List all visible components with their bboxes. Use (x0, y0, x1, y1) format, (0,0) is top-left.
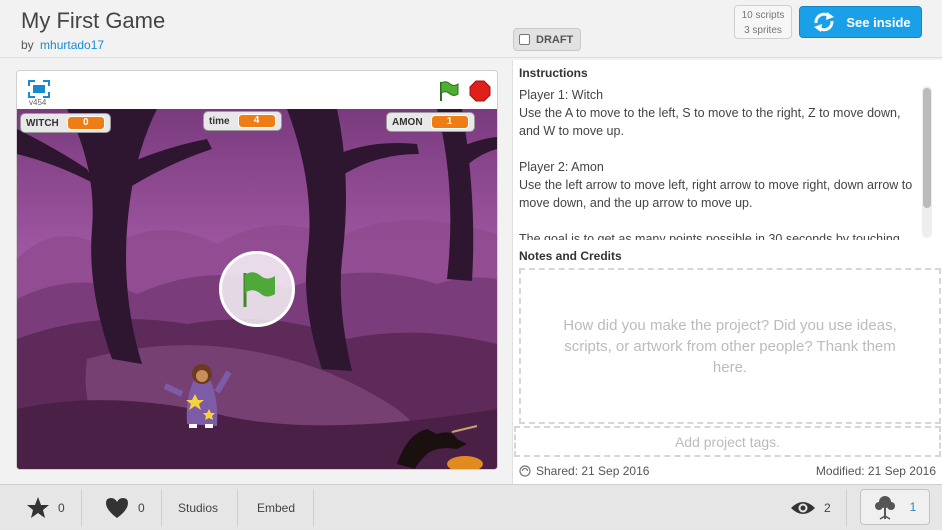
fullscreen-icon[interactable] (28, 80, 50, 98)
remix-count: 1 (909, 500, 917, 514)
scripts-count: 10 scripts (741, 10, 785, 21)
instructions-goal: The goal is to get as many points possib… (519, 232, 900, 240)
project-player: v454 WITCH 0 time 4 AMON 1 (16, 70, 498, 470)
shared-date: Shared: 21 Sep 2016 (519, 464, 649, 478)
stage-canvas[interactable]: WITCH 0 time 4 AMON 1 (17, 109, 497, 469)
player-controls: v454 (17, 71, 497, 109)
by-label: by (21, 38, 34, 52)
studios-label: Studios (178, 501, 219, 515)
love-button[interactable]: 0 (104, 485, 145, 530)
see-inside-button[interactable]: See inside (799, 6, 922, 38)
studios-button[interactable]: Studios (178, 485, 218, 530)
project-stats-box: 10 scripts 3 sprites (734, 5, 792, 39)
notes-placeholder: How did you make the project? Did you us… (563, 316, 897, 376)
draft-checkbox[interactable] (519, 34, 530, 45)
instructions-player1-title: Player 1: Witch (519, 88, 604, 102)
notes-and-credits-field[interactable]: How did you make the project? Did you us… (519, 268, 941, 424)
remix-arrows-icon (814, 12, 835, 32)
instructions-player1-controls: Use the A to move to the left, S to move… (519, 106, 901, 138)
sprites-count: 3 sprites (744, 25, 782, 36)
divider (313, 489, 314, 527)
shared-date-text: Shared: 21 Sep 2016 (536, 464, 650, 478)
instructions-heading: Instructions (519, 66, 588, 80)
divider (846, 489, 847, 527)
views-count: 2 (824, 501, 831, 515)
variable-monitor-witch[interactable]: WITCH 0 (20, 113, 111, 133)
remix-tree-button[interactable]: 1 (860, 489, 930, 525)
draft-badge[interactable]: DRAFT (513, 28, 581, 51)
monitor-value: 4 (237, 114, 276, 128)
favorite-button[interactable]: 0 (26, 485, 65, 530)
draft-label: DRAFT (536, 33, 574, 46)
embed-label: Embed (257, 501, 296, 515)
instructions-text[interactable]: Player 1: Witch Use the A to move to the… (519, 86, 919, 240)
project-tags-input[interactable]: Add project tags. (514, 426, 941, 457)
embed-button[interactable]: Embed (257, 485, 295, 530)
project-info-panel: Instructions Player 1: Witch Use the A t… (512, 60, 942, 484)
green-flag-icon (243, 272, 275, 307)
heart-icon (106, 498, 128, 518)
variable-monitor-amon[interactable]: AMON 1 (386, 112, 475, 132)
author-link[interactable]: mhurtado17 (40, 38, 104, 52)
divider (81, 489, 82, 527)
monitor-label: time (209, 115, 230, 127)
see-inside-label: See inside (846, 14, 911, 30)
remix-tree-icon (874, 496, 895, 520)
monitor-label: AMON (392, 116, 423, 128)
variable-monitor-time[interactable]: time 4 (203, 111, 282, 131)
shared-icon (519, 465, 531, 477)
byline: by mhurtado17 (21, 38, 104, 52)
tags-placeholder: Add project tags. (674, 433, 781, 450)
stop-sign-icon[interactable] (469, 80, 491, 102)
divider (161, 489, 162, 527)
views-counter: 2 (790, 485, 831, 530)
start-green-flag-button[interactable] (219, 251, 295, 327)
project-header: My First Game by mhurtado17 DRAFT 10 scr… (0, 0, 942, 58)
project-title: My First Game (21, 8, 166, 33)
notes-heading: Notes and Credits (519, 249, 622, 263)
star-icon (27, 497, 49, 518)
love-count: 0 (138, 501, 145, 515)
green-flag-icon[interactable] (437, 80, 459, 102)
instructions-scrollbar[interactable] (922, 86, 932, 238)
favorite-count: 0 (58, 501, 65, 515)
instructions-player2-controls: Use the left arrow to move left, right a… (519, 178, 913, 210)
eye-icon (791, 502, 815, 514)
instructions-player2-title: Player 2: Amon (519, 160, 604, 174)
divider (237, 489, 238, 527)
modified-date: Modified: 21 Sep 2016 (815, 464, 936, 478)
project-footer: 0 0 Studios Embed 2 1 (0, 484, 942, 530)
monitor-value: 0 (66, 116, 105, 130)
monitor-label: WITCH (26, 117, 59, 129)
scrollbar-thumb[interactable] (923, 88, 931, 208)
monitor-value: 1 (430, 115, 469, 129)
player-version: v454 (29, 98, 47, 107)
